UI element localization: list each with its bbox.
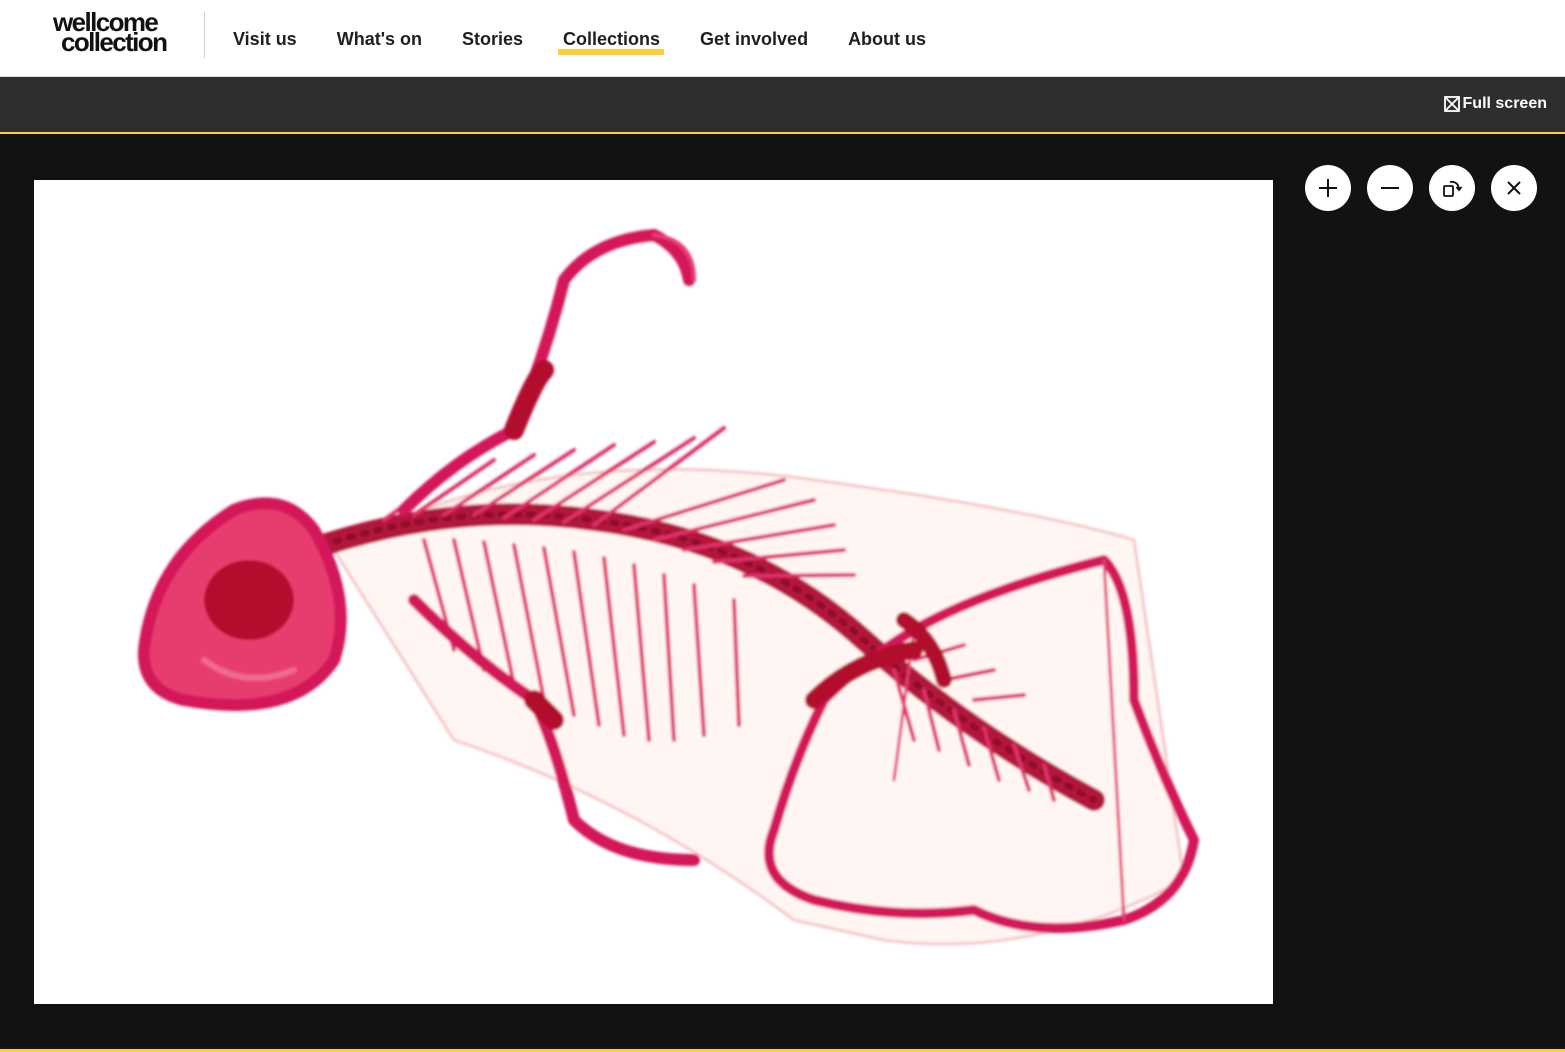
minus-icon [1381, 187, 1399, 189]
nav-item-collections[interactable]: Collections [543, 19, 680, 59]
nav-item-get-involved[interactable]: Get involved [680, 19, 828, 59]
nav-item-about-us[interactable]: About us [828, 19, 946, 59]
close-button[interactable] [1491, 165, 1537, 211]
site-header: wellcome collection Visit us What's on S… [0, 0, 1565, 77]
close-icon [1507, 181, 1521, 195]
rotate-button[interactable] [1429, 165, 1475, 211]
zoom-in-button[interactable] [1305, 165, 1351, 211]
zoom-out-button[interactable] [1367, 165, 1413, 211]
fullscreen-button[interactable]: Full screen [1443, 95, 1547, 113]
specimen-image[interactable] [34, 180, 1273, 1004]
nav-item-visit-us[interactable]: Visit us [213, 19, 317, 59]
image-viewer [0, 134, 1565, 1049]
main-nav: Visit us What's on Stories Collections G… [213, 0, 946, 77]
plus-icon [1319, 179, 1337, 197]
logo-divider [204, 12, 205, 58]
nav-item-whats-on[interactable]: What's on [317, 19, 442, 59]
fullscreen-label: Full screen [1462, 95, 1547, 112]
viewer-controls [1305, 165, 1537, 211]
logo-line-2: collection [61, 27, 168, 57]
nav-item-stories[interactable]: Stories [442, 19, 543, 59]
viewer-toolbar: Full screen [0, 77, 1565, 134]
rotate-icon [1443, 180, 1463, 197]
expand-icon [1443, 96, 1460, 112]
wellcome-collection-logo[interactable]: wellcome collection [53, 9, 188, 57]
skeleton-illustration [137, 229, 1199, 946]
